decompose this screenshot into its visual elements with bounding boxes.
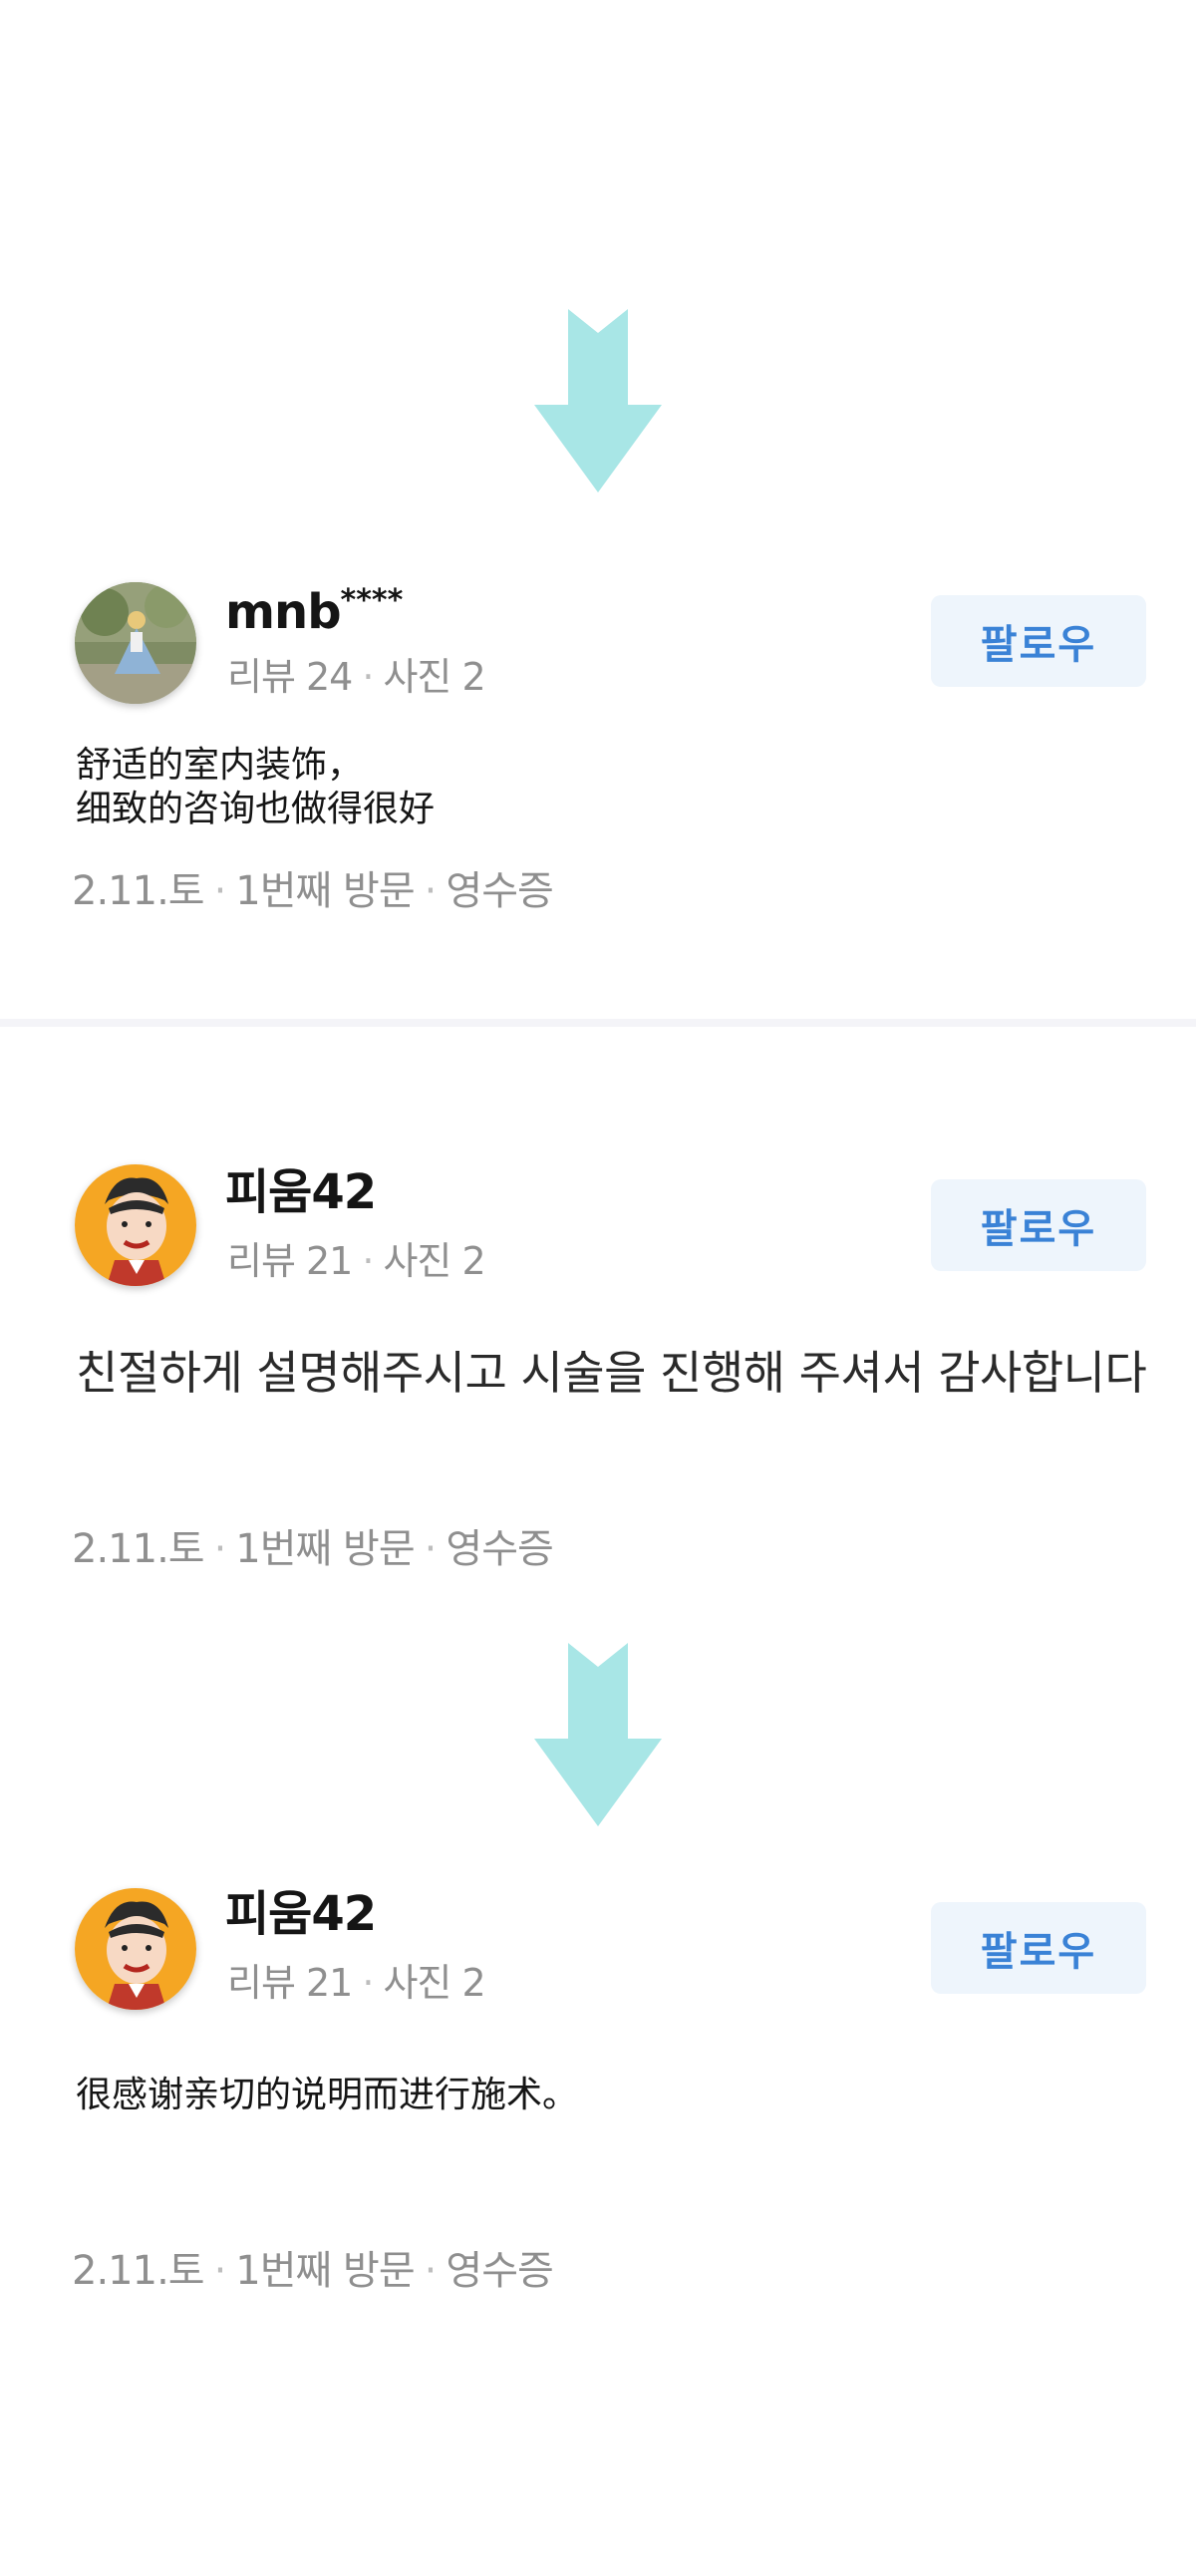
section-divider	[0, 1019, 1196, 1027]
down-arrow-icon	[532, 309, 664, 492]
photo-count: 사진 2	[383, 655, 485, 699]
username[interactable]: 피움42	[225, 1890, 377, 1938]
cartoon-man-avatar-icon	[75, 1888, 196, 2010]
review-meta: 2.11.토 · 1번째 방문 · 영수증	[72, 868, 554, 914]
visit-date: 2.11.토	[72, 1526, 205, 1572]
photo-count: 사진 2	[383, 1961, 485, 2005]
review-count: 리뷰 24	[227, 655, 353, 699]
follow-button[interactable]: 팔로우	[931, 595, 1146, 687]
receipt-label: 영수증	[446, 1526, 553, 1572]
user-stats: 리뷰 21 · 사진 2	[227, 1961, 486, 2005]
review-meta: 2.11.토 · 1번째 방문 · 영수증	[72, 2248, 554, 2294]
receipt-label: 영수증	[446, 2248, 553, 2294]
avatar[interactable]	[75, 1888, 196, 2010]
follow-button[interactable]: 팔로우	[931, 1179, 1146, 1271]
user-stats: 리뷰 24 · 사진 2	[227, 655, 486, 699]
photo-count: 사진 2	[383, 1239, 485, 1283]
review-text: 친절하게 설명해주시고 시술을 진행해 주셔서 감사합니다	[76, 1346, 1147, 1400]
visit-date: 2.11.토	[72, 868, 205, 914]
review-text: 舒适的室内装饰， 细致的咨询也做得很好	[76, 745, 436, 829]
username[interactable]: mnb****	[225, 586, 403, 637]
username[interactable]: 피움42	[225, 1168, 377, 1216]
review-count: 리뷰 21	[227, 1961, 353, 2005]
down-arrow-icon	[532, 1643, 664, 1826]
review-meta: 2.11.토 · 1번째 방문 · 영수증	[72, 1526, 554, 1572]
alice-photo-avatar-icon	[75, 582, 196, 704]
review-text: 很感谢亲切的说明而进行施术。	[76, 2075, 579, 2115]
avatar[interactable]	[75, 1164, 196, 1286]
avatar[interactable]	[75, 582, 196, 704]
visit-date: 2.11.토	[72, 2248, 205, 2294]
visit-count: 1번째 방문	[235, 1526, 415, 1572]
review-count: 리뷰 21	[227, 1239, 353, 1283]
follow-button[interactable]: 팔로우	[931, 1902, 1146, 1994]
user-stats: 리뷰 21 · 사진 2	[227, 1239, 486, 1283]
visit-count: 1번째 방문	[235, 868, 415, 914]
cartoon-man-avatar-icon	[75, 1164, 196, 1286]
visit-count: 1번째 방문	[235, 2248, 415, 2294]
receipt-label: 영수증	[446, 868, 553, 914]
